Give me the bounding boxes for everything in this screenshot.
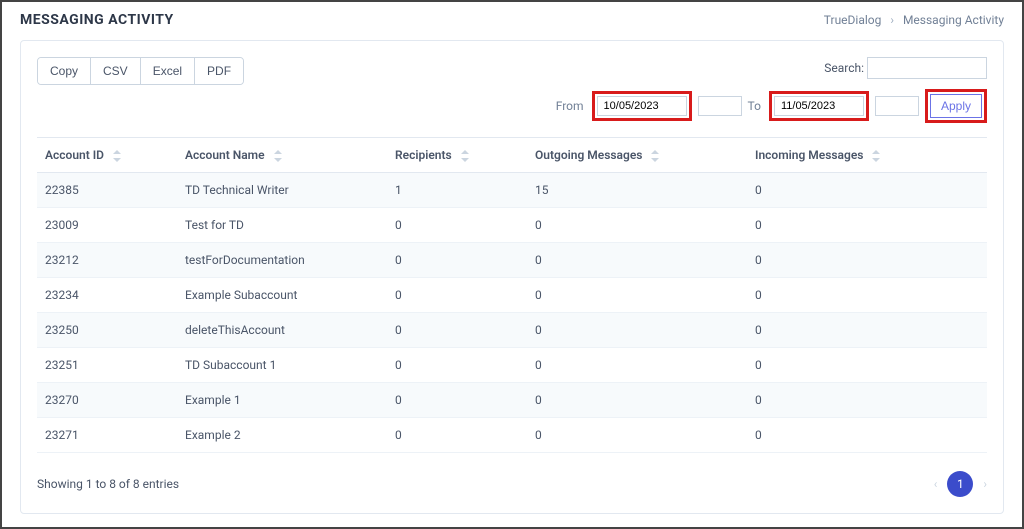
cell-outgoing: 15	[527, 173, 747, 208]
cell-account_id: 23009	[37, 208, 177, 243]
cell-outgoing: 0	[527, 313, 747, 348]
cell-account_name: Example 2	[177, 418, 387, 453]
breadcrumb-current: Messaging Activity	[903, 13, 1004, 27]
table-row: 23250deleteThisAccount000	[37, 313, 987, 348]
chevron-right-icon: ›	[890, 13, 894, 27]
cell-recipients: 0	[387, 313, 527, 348]
cell-recipients: 0	[387, 243, 527, 278]
cell-account_name: deleteThisAccount	[177, 313, 387, 348]
table-row: 23212testForDocumentation000	[37, 243, 987, 278]
cell-recipients: 0	[387, 348, 527, 383]
table-row: 23251TD Subaccount 1000	[37, 348, 987, 383]
breadcrumb: TrueDialog › Messaging Activity	[824, 13, 1004, 27]
cell-recipients: 1	[387, 173, 527, 208]
col-recipients[interactable]: Recipients	[387, 138, 527, 173]
sort-icon	[651, 150, 659, 162]
cell-account_id: 23251	[37, 348, 177, 383]
table-row: 23234Example Subaccount000	[37, 278, 987, 313]
copy-button[interactable]: Copy	[38, 58, 91, 84]
col-outgoing-label: Outgoing Messages	[535, 148, 642, 162]
sort-icon	[274, 150, 282, 162]
table-info: Showing 1 to 8 of 8 entries	[37, 477, 179, 491]
cell-recipients: 0	[387, 383, 527, 418]
cell-outgoing: 0	[527, 243, 747, 278]
cell-incoming: 0	[747, 208, 987, 243]
col-account-name-label: Account Name	[185, 148, 265, 162]
cell-recipients: 0	[387, 208, 527, 243]
cell-account_name: Test for TD	[177, 208, 387, 243]
cell-incoming: 0	[747, 313, 987, 348]
cell-outgoing: 0	[527, 418, 747, 453]
cell-incoming: 0	[747, 278, 987, 313]
pagination: ‹ 1 ›	[934, 471, 987, 497]
sort-icon	[872, 150, 880, 162]
cell-incoming: 0	[747, 418, 987, 453]
next-page-button[interactable]: ›	[983, 477, 987, 491]
breadcrumb-root[interactable]: TrueDialog	[824, 13, 882, 27]
cell-incoming: 0	[747, 383, 987, 418]
search-input[interactable]	[867, 57, 987, 79]
from-date-extra[interactable]	[698, 96, 742, 116]
table-row: 23271Example 2000	[37, 418, 987, 453]
col-incoming-label: Incoming Messages	[755, 148, 863, 162]
col-outgoing[interactable]: Outgoing Messages	[527, 138, 747, 173]
cell-account_name: TD Technical Writer	[177, 173, 387, 208]
col-account-id-label: Account ID	[45, 148, 104, 162]
cell-account_name: testForDocumentation	[177, 243, 387, 278]
from-date-input[interactable]	[597, 96, 687, 116]
from-label: From	[556, 99, 584, 113]
table-row: 22385TD Technical Writer1150	[37, 173, 987, 208]
apply-button[interactable]: Apply	[930, 94, 982, 118]
cell-account_id: 23234	[37, 278, 177, 313]
cell-account_name: Example Subaccount	[177, 278, 387, 313]
page-1-button[interactable]: 1	[947, 471, 973, 497]
cell-outgoing: 0	[527, 278, 747, 313]
page-title: MESSAGING ACTIVITY	[20, 12, 174, 28]
cell-account_name: Example 1	[177, 383, 387, 418]
col-recipients-label: Recipients	[395, 148, 452, 162]
cell-incoming: 0	[747, 173, 987, 208]
content-card: Copy CSV Excel PDF Search: From To	[20, 40, 1004, 514]
search-label: Search:	[824, 61, 864, 75]
to-date-input[interactable]	[774, 96, 864, 116]
cell-account_id: 23212	[37, 243, 177, 278]
pdf-button[interactable]: PDF	[195, 58, 243, 84]
cell-account_id: 23271	[37, 418, 177, 453]
cell-account_id: 22385	[37, 173, 177, 208]
prev-page-button[interactable]: ‹	[934, 477, 938, 491]
col-incoming[interactable]: Incoming Messages	[747, 138, 987, 173]
cell-outgoing: 0	[527, 208, 747, 243]
cell-recipients: 0	[387, 418, 527, 453]
export-button-group: Copy CSV Excel PDF	[37, 57, 244, 85]
cell-outgoing: 0	[527, 348, 747, 383]
col-account-name[interactable]: Account Name	[177, 138, 387, 173]
cell-incoming: 0	[747, 243, 987, 278]
activity-table: Account ID Account Name Recipients Outgo…	[37, 137, 987, 453]
csv-button[interactable]: CSV	[91, 58, 141, 84]
to-date-extra[interactable]	[875, 96, 919, 116]
cell-account_name: TD Subaccount 1	[177, 348, 387, 383]
cell-outgoing: 0	[527, 383, 747, 418]
sort-icon	[461, 150, 469, 162]
to-label: To	[748, 99, 761, 113]
cell-incoming: 0	[747, 348, 987, 383]
table-row: 23009Test for TD000	[37, 208, 987, 243]
excel-button[interactable]: Excel	[141, 58, 195, 84]
cell-recipients: 0	[387, 278, 527, 313]
cell-account_id: 23270	[37, 383, 177, 418]
table-row: 23270Example 1000	[37, 383, 987, 418]
cell-account_id: 23250	[37, 313, 177, 348]
col-account-id[interactable]: Account ID	[37, 138, 177, 173]
sort-icon	[113, 150, 121, 162]
